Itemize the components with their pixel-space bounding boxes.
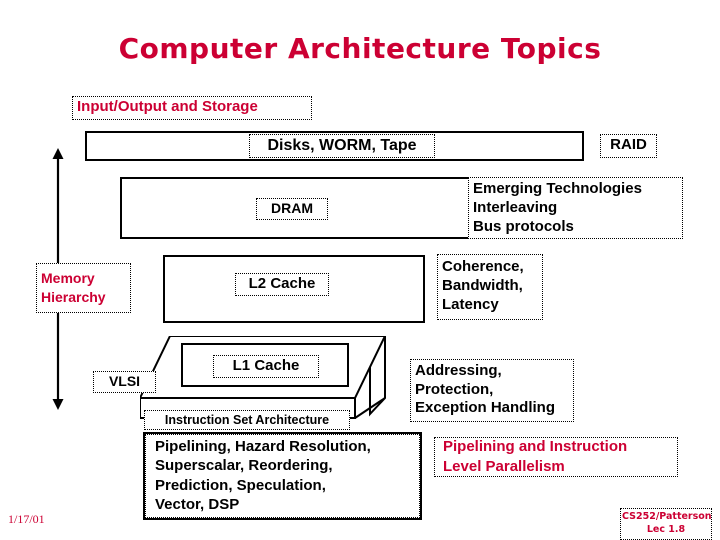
label-raid: RAID bbox=[600, 134, 657, 158]
label-l1-cache: L1 Cache bbox=[213, 355, 319, 378]
label-instruction-set-architecture: Instruction Set Architecture bbox=[144, 410, 350, 430]
label-memory-hierarchy: Memory Hierarchy bbox=[36, 263, 131, 313]
label-pipelining-and-ilp: Pipelining and Instruction Level Paralle… bbox=[434, 437, 678, 477]
label-dram: DRAM bbox=[256, 198, 328, 220]
label-input-output-and-storage: Input/Output and Storage bbox=[72, 96, 312, 120]
label-coherence-bandwidth-latency: Coherence, Bandwidth, Latency bbox=[437, 254, 543, 320]
label-addressing-protection-exception: Addressing, Protection, Exception Handli… bbox=[410, 359, 574, 422]
footer-credit: CS252/Patterson Lec 1.8 bbox=[620, 508, 712, 540]
label-disks-worm-tape: Disks, WORM, Tape bbox=[249, 134, 435, 158]
slide-canvas: Computer Architecture Topics Input/Outpu… bbox=[0, 0, 720, 540]
label-l2-cache: L2 Cache bbox=[235, 273, 329, 296]
page-title: Computer Architecture Topics bbox=[118, 32, 602, 65]
label-emerging-technologies: Emerging Technologies Interleaving Bus p… bbox=[468, 177, 683, 239]
label-pipelining-topics: Pipelining, Hazard Resolution, Superscal… bbox=[145, 434, 420, 518]
label-vlsi: VLSI bbox=[93, 371, 156, 393]
footer-date: 1/17/01 bbox=[8, 512, 45, 526]
